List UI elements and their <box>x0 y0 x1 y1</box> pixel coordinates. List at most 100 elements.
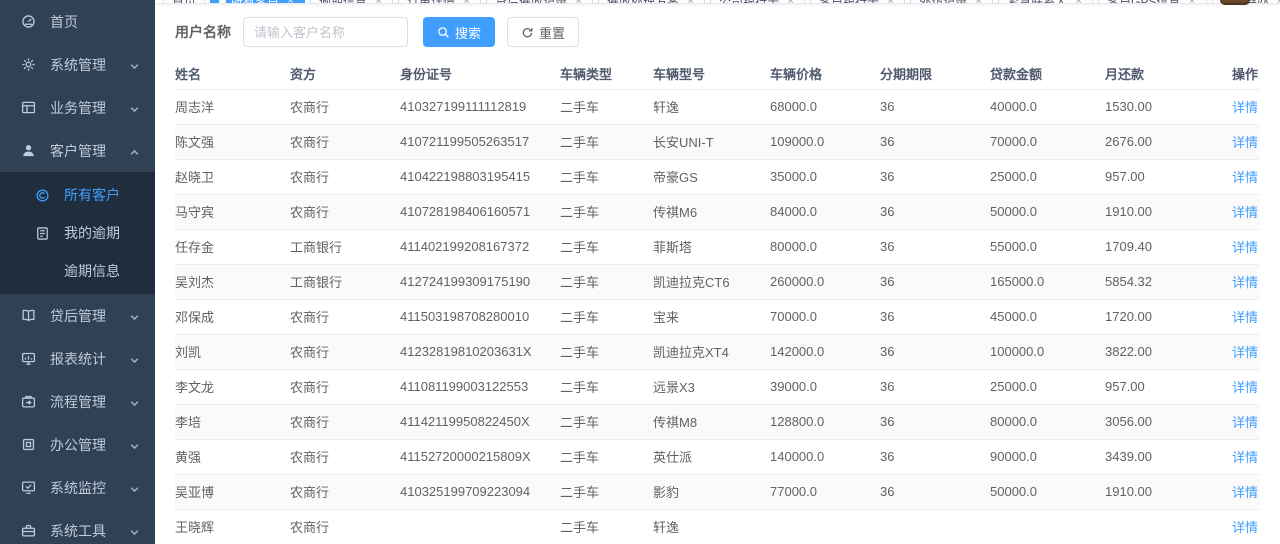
table-row: 黄强农商行41152720000215809X二手车英仕派140000.0369… <box>175 439 1260 474</box>
cell-action: 详情 <box>1205 404 1260 439</box>
cell-funder: 农商行 <box>290 439 400 474</box>
detail-link[interactable]: 详情 <box>1232 135 1258 150</box>
cell-loan: 50000.0 <box>990 194 1105 229</box>
sidebar-item[interactable]: 系统工具 <box>0 509 155 544</box>
sidebar-subitem[interactable]: 我的逾期 <box>0 214 155 252</box>
sidebar-subitem[interactable]: 逾期信息 <box>0 252 155 290</box>
detail-link[interactable]: 详情 <box>1232 100 1258 115</box>
column-header: 月还款 <box>1105 59 1205 89</box>
sidebar-item[interactable]: 系统管理 <box>0 43 155 86</box>
sidebar-item[interactable]: 办公管理 <box>0 423 155 466</box>
cell-funder: 农商行 <box>290 159 400 194</box>
detail-link[interactable]: 详情 <box>1232 450 1258 465</box>
cell-term: 36 <box>880 334 990 369</box>
search-button[interactable]: 搜索 <box>423 17 495 47</box>
chevron-down-icon <box>129 102 141 114</box>
sidebar-item[interactable]: 贷后管理 <box>0 294 155 337</box>
cell-type: 二手车 <box>560 194 653 229</box>
cell-model: 传祺M8 <box>653 404 770 439</box>
sidebar-subitem-label: 所有客户 <box>64 185 141 205</box>
cell-funder: 农商行 <box>290 299 400 334</box>
cell-model: 轩逸 <box>653 509 770 544</box>
cell-price: 80000.0 <box>770 229 880 264</box>
sidebar-subitem[interactable]: 所有客户 <box>0 176 155 214</box>
cell-id: 41232819810203631X <box>400 334 560 369</box>
cell-funder: 农商行 <box>290 509 400 544</box>
cell-price: 128800.0 <box>770 404 880 439</box>
cell-term: 36 <box>880 194 990 229</box>
cell-model: 影豹 <box>653 474 770 509</box>
sidebar: 首页系统管理业务管理客户管理所有客户我的逾期逾期信息贷后管理报表统计流程管理办公… <box>0 0 155 544</box>
cell-type: 二手车 <box>560 439 653 474</box>
column-header: 操作 <box>1205 59 1260 89</box>
sidebar-subitem-label: 逾期信息 <box>64 261 141 281</box>
sidebar-item-label: 业务管理 <box>50 98 129 118</box>
book-icon <box>20 308 36 324</box>
cell-name: 陈文强 <box>175 124 290 159</box>
cell-loan: 45000.0 <box>990 299 1105 334</box>
detail-link[interactable]: 详情 <box>1232 345 1258 360</box>
cell-price: 140000.0 <box>770 439 880 474</box>
cell-model: 帝豪GS <box>653 159 770 194</box>
cell-funder: 农商行 <box>290 124 400 159</box>
cell-monthly: 3056.00 <box>1105 404 1205 439</box>
column-header: 车辆价格 <box>770 59 880 89</box>
cell-type: 二手车 <box>560 334 653 369</box>
cell-type: 二手车 <box>560 474 653 509</box>
cell-id <box>400 509 560 544</box>
sidebar-item[interactable]: 业务管理 <box>0 86 155 129</box>
cell-id: 410325199709223094 <box>400 474 560 509</box>
customer-table-wrap: 姓名资方身份证号车辆类型车辆型号车辆价格分期期限贷款金额月还款操作 周志洋农商行… <box>155 59 1280 544</box>
sidebar-item[interactable]: 系统监控 <box>0 466 155 509</box>
cell-name: 刘凯 <box>175 334 290 369</box>
search-icon <box>437 26 450 39</box>
cell-type: 二手车 <box>560 404 653 439</box>
detail-link[interactable]: 详情 <box>1232 205 1258 220</box>
sidebar-item[interactable]: 流程管理 <box>0 380 155 423</box>
cell-name: 马守宾 <box>175 194 290 229</box>
sidebar-item-label: 首页 <box>50 12 141 32</box>
table-row: 马守宾农商行410728198406160571二手车传祺M684000.036… <box>175 194 1260 229</box>
table-row: 王晓辉农商行二手车轩逸详情 <box>175 509 1260 544</box>
dashboard-icon <box>20 14 36 30</box>
cell-term: 36 <box>880 299 990 334</box>
search-label: 用户名称 <box>175 22 231 42</box>
sidebar-item[interactable]: 首页 <box>0 0 155 43</box>
sidebar-item[interactable]: 报表统计 <box>0 337 155 380</box>
detail-link[interactable]: 详情 <box>1232 310 1258 325</box>
cell-action: 详情 <box>1205 124 1260 159</box>
detail-link[interactable]: 详情 <box>1232 415 1258 430</box>
cell-type: 二手车 <box>560 124 653 159</box>
cell-funder: 农商行 <box>290 404 400 439</box>
sidebar-item-label: 流程管理 <box>50 392 129 412</box>
detail-link[interactable]: 详情 <box>1232 520 1258 535</box>
column-header: 车辆型号 <box>653 59 770 89</box>
detail-link[interactable]: 详情 <box>1232 380 1258 395</box>
avatar <box>1220 0 1250 5</box>
chevron-down-icon <box>129 353 141 365</box>
detail-link[interactable]: 详情 <box>1232 170 1258 185</box>
gear-icon <box>20 57 36 73</box>
cell-type: 二手车 <box>560 264 653 299</box>
cell-price: 35000.0 <box>770 159 880 194</box>
detail-link[interactable]: 详情 <box>1232 485 1258 500</box>
cell-price: 68000.0 <box>770 89 880 124</box>
chevron-down-icon <box>129 525 141 537</box>
reset-button[interactable]: 重置 <box>507 17 579 47</box>
copyright-icon <box>34 187 50 203</box>
cell-monthly: 957.00 <box>1105 159 1205 194</box>
sidebar-item[interactable]: 客户管理 <box>0 129 155 172</box>
cell-id: 411402199208167372 <box>400 229 560 264</box>
cell-name: 赵晓卫 <box>175 159 290 194</box>
sidebar-item-label: 贷后管理 <box>50 306 129 326</box>
cell-price: 39000.0 <box>770 369 880 404</box>
search-input[interactable] <box>243 17 408 47</box>
detail-link[interactable]: 详情 <box>1232 240 1258 255</box>
cell-action: 详情 <box>1205 229 1260 264</box>
cell-monthly: 2676.00 <box>1105 124 1205 159</box>
chart-monitor-icon <box>20 351 36 367</box>
cell-price: 84000.0 <box>770 194 880 229</box>
cell-term: 36 <box>880 404 990 439</box>
table-row: 周志洋农商行410327199111112819二手车轩逸68000.03640… <box>175 89 1260 124</box>
detail-link[interactable]: 详情 <box>1232 275 1258 290</box>
